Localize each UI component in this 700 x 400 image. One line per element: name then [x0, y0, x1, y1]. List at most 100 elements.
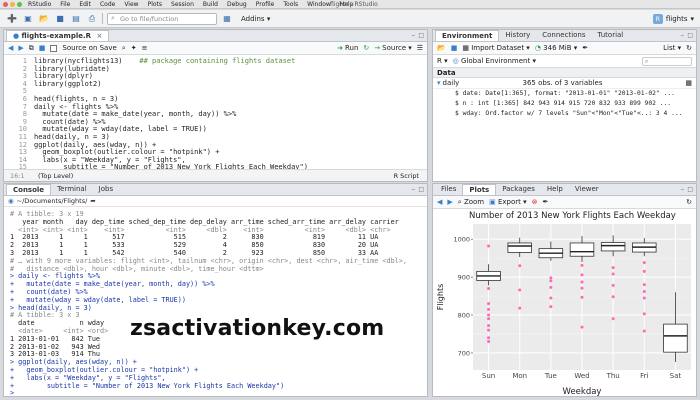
data-section-header: Data: [433, 68, 696, 78]
new-file-icon[interactable]: ➕: [6, 13, 18, 24]
outline-icon[interactable]: ☰: [417, 44, 423, 52]
language-select[interactable]: R ▾: [437, 57, 448, 65]
menu-plots[interactable]: Plots: [148, 1, 162, 8]
back-icon[interactable]: ◀: [8, 44, 13, 52]
scope-label: Global Environment: [460, 57, 531, 65]
remove-plot-icon[interactable]: ⊗: [532, 198, 538, 206]
menu-file[interactable]: File: [60, 1, 70, 8]
print-icon[interactable]: ⎙: [86, 13, 98, 24]
tab-viewer[interactable]: Viewer: [569, 184, 605, 195]
menu-build[interactable]: Build: [203, 1, 218, 8]
tab-environment[interactable]: Environment: [435, 30, 500, 41]
menu-code[interactable]: Code: [100, 1, 115, 8]
open-file-icon[interactable]: 📂: [38, 13, 50, 24]
maximize-window-button[interactable]: [17, 1, 22, 7]
zoom-button[interactable]: ⌕ Zoom: [458, 198, 484, 207]
save-icon[interactable]: ■: [54, 13, 66, 24]
search-icon: ⌕: [111, 13, 115, 22]
outlier-point: [642, 290, 646, 294]
close-tab-icon[interactable]: ×: [96, 32, 102, 40]
minimize-pane-icon[interactable]: ‒: [681, 32, 685, 39]
maximize-pane-icon[interactable]: □: [418, 186, 424, 193]
refresh-icon[interactable]: ↻: [686, 44, 692, 52]
code-editor[interactable]: 1 library(nycflights13) ## package contai…: [4, 57, 427, 169]
close-window-button[interactable]: [3, 1, 8, 7]
tab-console[interactable]: Console: [6, 184, 52, 195]
save-file-icon[interactable]: ■: [39, 44, 46, 52]
minimize-pane-icon[interactable]: ‒: [681, 186, 685, 193]
outlier-point: [611, 283, 615, 287]
outlier-point: [642, 261, 646, 265]
minimize-window-button[interactable]: [10, 1, 15, 7]
menu-tools[interactable]: Tools: [283, 1, 298, 8]
tab-label: flights-example.R: [21, 32, 92, 40]
env-search-input[interactable]: ⌕: [642, 56, 692, 66]
tab-jobs[interactable]: Jobs: [93, 184, 119, 195]
grid-icon[interactable]: ▦: [221, 13, 233, 24]
maximize-pane-icon[interactable]: □: [687, 186, 693, 193]
project-label: flights: [665, 15, 688, 23]
addins-menu[interactable]: Addins ▾: [241, 15, 270, 23]
source-button[interactable]: → Source ▾: [374, 44, 411, 52]
working-directory[interactable]: ~/Documents/Flights/: [17, 197, 88, 205]
project-menu[interactable]: R flights ▾: [652, 14, 694, 24]
view-table-icon[interactable]: ▦: [685, 79, 692, 87]
run-button[interactable]: ➜ Run: [337, 44, 358, 52]
tab-flights-example[interactable]: ● flights-example.R ×: [6, 30, 110, 41]
tab-history[interactable]: History: [499, 30, 536, 41]
go-to-directory-icon[interactable]: ➦: [90, 197, 95, 205]
menu-edit[interactable]: Edit: [79, 1, 91, 8]
save-workspace-icon[interactable]: ■: [451, 44, 458, 52]
expand-icon[interactable]: ▾: [437, 79, 441, 87]
tab-tutorial[interactable]: Tutorial: [592, 30, 630, 41]
y-tick-label: 1000: [453, 236, 470, 244]
refresh-plot-icon[interactable]: ↻: [686, 198, 692, 206]
scope-indicator[interactable]: (Top Level): [38, 172, 73, 180]
tab-packages[interactable]: Packages: [496, 184, 541, 195]
menu-debug[interactable]: Debug: [227, 1, 247, 8]
code-tools-icon[interactable]: ≡: [142, 44, 148, 52]
source-on-save-checkbox[interactable]: [50, 44, 58, 52]
menu-rstudio[interactable]: RStudio: [28, 1, 51, 8]
forward-icon[interactable]: ▶: [18, 44, 23, 52]
show-in-window-icon[interactable]: ⧉: [29, 44, 34, 53]
search-code-icon[interactable]: ⌕: [122, 44, 126, 53]
tab-help[interactable]: Help: [541, 184, 569, 195]
console-line: <date> <int> <ord>: [10, 327, 109, 335]
view-mode-select[interactable]: List ▾: [663, 44, 681, 52]
outlier-point: [580, 280, 584, 284]
console-output[interactable]: # A tibble: 3 x 19 year month day dep_ti…: [4, 208, 427, 396]
memory-usage[interactable]: ◔ 346 MiB ▾: [535, 44, 577, 52]
import-dataset-button[interactable]: ▦ Import Dataset ▾: [462, 44, 529, 52]
goto-file-input[interactable]: ⌕ Go to file/function: [107, 12, 217, 25]
export-button[interactable]: ▣ Export ▾: [489, 198, 527, 206]
minimize-pane-icon[interactable]: ‒: [412, 32, 416, 39]
tab-files[interactable]: Files: [435, 184, 462, 195]
maximize-pane-icon[interactable]: □: [687, 32, 693, 39]
clear-workspace-icon[interactable]: ✒: [582, 44, 588, 52]
scope-select[interactable]: ◎ Global Environment ▾: [453, 57, 536, 65]
save-all-icon[interactable]: ▤: [70, 13, 82, 24]
previous-plot-icon[interactable]: ◀: [437, 198, 442, 206]
clear-plots-icon[interactable]: ✒: [543, 198, 549, 206]
maximize-pane-icon[interactable]: □: [418, 32, 424, 39]
new-project-icon[interactable]: ▣: [22, 13, 34, 24]
tab-plots[interactable]: Plots: [462, 184, 497, 195]
next-plot-icon[interactable]: ▶: [447, 198, 452, 206]
plots-pane-controls: ‒ □: [681, 186, 694, 193]
menu-view[interactable]: View: [124, 1, 138, 8]
rerun-icon[interactable]: ↻: [363, 44, 369, 52]
menu-window[interactable]: Window: [307, 1, 331, 8]
menu-session[interactable]: Session: [171, 1, 194, 8]
magic-wand-icon[interactable]: ✦: [131, 44, 137, 52]
open-workspace-icon[interactable]: 📂: [437, 44, 446, 52]
tab-terminal[interactable]: Terminal: [51, 184, 93, 195]
console-path-bar: ◉ ~/Documents/Flights/ ➦: [4, 196, 427, 207]
tab-connections[interactable]: Connections: [536, 30, 591, 41]
file-type-indicator[interactable]: R Script: [394, 172, 419, 180]
x-tick-label: Tue: [544, 372, 557, 380]
console-line: + count(date) %>%: [10, 288, 88, 296]
minimize-pane-icon[interactable]: ‒: [412, 186, 416, 193]
env-row-daily[interactable]: ▾ daily 365 obs. of 3 variables ▦: [433, 78, 696, 89]
menu-profile[interactable]: Profile: [256, 1, 275, 8]
